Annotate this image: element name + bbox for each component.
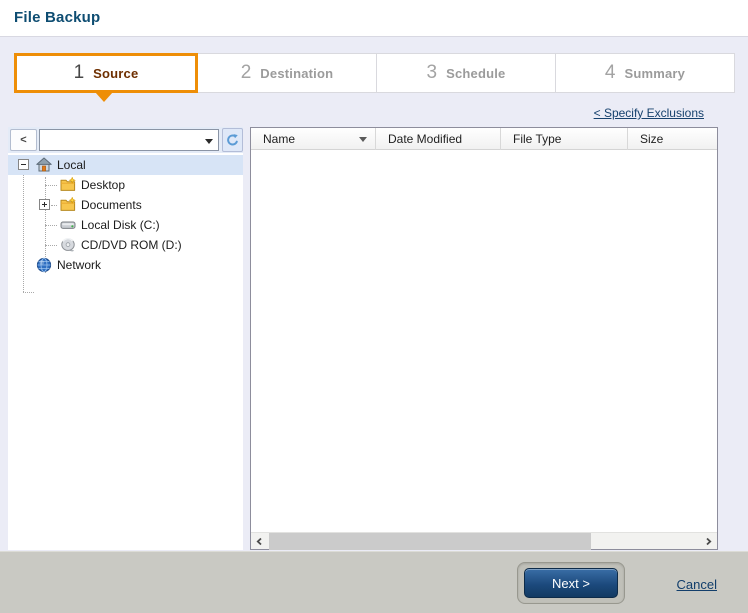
tree-item-network[interactable]: Network bbox=[8, 255, 243, 275]
tree-item-label: Desktop bbox=[81, 178, 125, 192]
chevron-right-icon bbox=[704, 537, 713, 546]
tree-item-cd-dvd-d[interactable]: CD/DVD ROM (D:) bbox=[8, 235, 243, 255]
chevron-left-icon bbox=[255, 537, 264, 546]
cancel-link[interactable]: Cancel bbox=[677, 577, 717, 592]
refresh-icon bbox=[225, 133, 240, 148]
scroll-right-button[interactable] bbox=[700, 533, 717, 550]
refresh-button[interactable] bbox=[222, 128, 243, 152]
location-input[interactable] bbox=[42, 131, 200, 149]
new-folder-icon bbox=[60, 197, 76, 213]
next-button-focus-ring: Next > bbox=[517, 562, 625, 604]
location-combobox[interactable] bbox=[39, 129, 219, 151]
tree-item-label: Local bbox=[57, 158, 86, 172]
source-tree: Local Desktop Documents bbox=[8, 155, 243, 275]
wizard-step-bar: 1 Source 2 Destination 3 Schedule 4 Summ… bbox=[14, 53, 735, 93]
source-tree-panel: < Local bbox=[8, 127, 243, 550]
step-label: Source bbox=[93, 66, 138, 81]
tree-item-label: Network bbox=[57, 258, 101, 272]
column-label: Size bbox=[640, 132, 663, 146]
step-number: 3 bbox=[427, 62, 438, 84]
tree-item-label: Local Disk (C:) bbox=[81, 218, 160, 232]
step-number: 2 bbox=[241, 62, 252, 84]
specify-exclusions-link[interactable]: < Specify Exclusions bbox=[594, 106, 704, 120]
new-folder-icon bbox=[60, 177, 76, 193]
file-list-body[interactable] bbox=[251, 151, 717, 531]
tree-item-label: Documents bbox=[81, 198, 142, 212]
chevron-down-icon[interactable] bbox=[205, 139, 213, 144]
step-number: 4 bbox=[605, 62, 616, 84]
collapse-icon[interactable] bbox=[18, 159, 29, 170]
wizard-step-schedule[interactable]: 3 Schedule bbox=[376, 53, 556, 93]
scrollbar-track[interactable] bbox=[268, 533, 700, 550]
step-label: Schedule bbox=[446, 66, 505, 81]
tree-item-label: CD/DVD ROM (D:) bbox=[81, 238, 182, 252]
wizard-step-destination[interactable]: 2 Destination bbox=[197, 53, 377, 93]
page-title: File Backup bbox=[14, 9, 100, 26]
tree-connector bbox=[23, 292, 34, 293]
column-label: Name bbox=[263, 132, 295, 146]
column-header-name[interactable]: Name bbox=[251, 128, 376, 150]
column-label: File Type bbox=[513, 132, 561, 146]
column-header-date-modified[interactable]: Date Modified bbox=[376, 128, 501, 150]
wizard-step-summary[interactable]: 4 Summary bbox=[555, 53, 735, 93]
next-button[interactable]: Next > bbox=[524, 568, 618, 598]
scrollbar-thumb[interactable] bbox=[269, 533, 591, 550]
home-icon bbox=[36, 157, 52, 173]
tree-item-documents[interactable]: Documents bbox=[8, 195, 243, 215]
active-step-pointer-icon bbox=[95, 92, 113, 102]
expand-icon[interactable] bbox=[39, 199, 50, 210]
tree-item-local-disk-c[interactable]: Local Disk (C:) bbox=[8, 215, 243, 235]
sort-desc-icon bbox=[359, 137, 367, 142]
step-label: Destination bbox=[260, 66, 333, 81]
file-list-header: Name Date Modified File Type Size bbox=[251, 128, 717, 150]
step-number: 1 bbox=[74, 62, 85, 84]
scroll-left-button[interactable] bbox=[251, 533, 268, 550]
footer-bar: Next > Cancel bbox=[0, 551, 748, 613]
window-header: File Backup bbox=[0, 0, 748, 37]
column-header-size[interactable]: Size bbox=[628, 128, 717, 150]
file-list-panel: Name Date Modified File Type Size bbox=[250, 127, 718, 550]
tree-toolbar: < bbox=[8, 127, 243, 153]
tree-item-local[interactable]: Local bbox=[8, 155, 243, 175]
cd-drive-icon bbox=[60, 237, 76, 253]
network-globe-icon bbox=[36, 257, 52, 273]
back-button[interactable]: < bbox=[10, 129, 37, 151]
tree-item-desktop[interactable]: Desktop bbox=[8, 175, 243, 195]
hard-drive-icon bbox=[60, 217, 76, 233]
step-label: Summary bbox=[624, 66, 685, 81]
column-header-file-type[interactable]: File Type bbox=[501, 128, 628, 150]
wizard-step-source[interactable]: 1 Source bbox=[14, 53, 198, 93]
horizontal-scrollbar[interactable] bbox=[251, 532, 717, 549]
column-label: Date Modified bbox=[388, 132, 462, 146]
